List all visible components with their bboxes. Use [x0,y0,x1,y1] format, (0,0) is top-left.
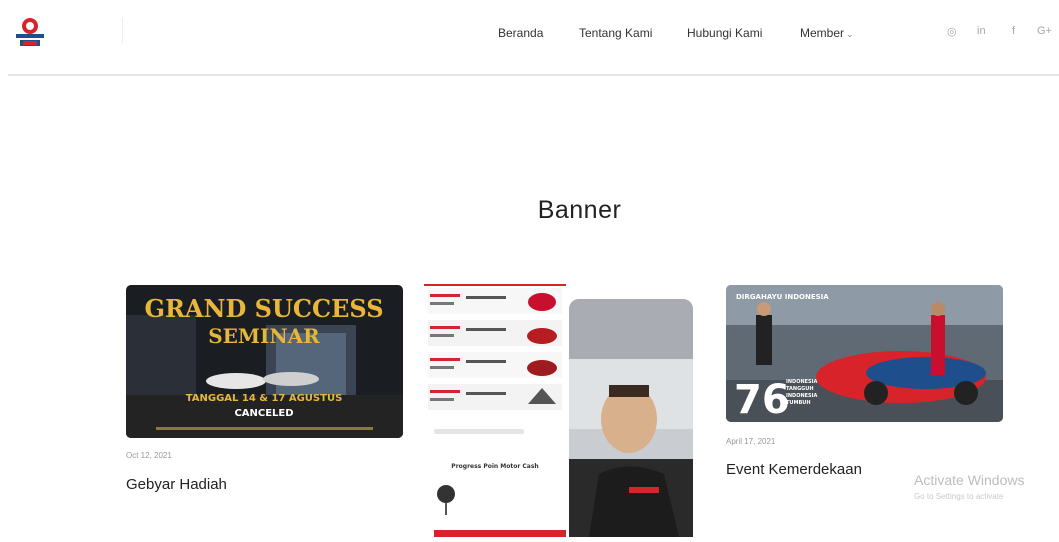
site-header: Beranda Tentang Kami Hubungi Kami Member… [0,0,1059,74]
banner-line-4: TUMBUH [786,400,811,406]
banner-line-3: INDONESIA [786,393,818,399]
card-date: April 17, 2021 [726,437,776,446]
banner-headline-2: SEMINAR [208,324,320,348]
banner-number: 76 [734,377,790,422]
google-plus-icon[interactable]: G+ [1037,25,1052,37]
chevron-down-icon: ⌄ [846,29,854,39]
card-date: Oct 12, 2021 [126,451,172,460]
section-title: Banner [537,196,622,224]
banner-image-kemerdekaan[interactable]: DIRGAHAYU INDONESIA 76 INDONESIA TANGGUH… [726,285,1003,422]
activate-windows-title: Activate Windows [914,472,1025,488]
banner-line-2: TANGGUH [786,386,814,392]
banner-top-text: DIRGAHAYU INDONESIA [736,293,829,301]
activate-windows-subtitle: Go to Settings to activate [914,492,1004,501]
banner-image-driver-photo[interactable] [569,299,693,537]
banner-image-points[interactable]: Progress Poin Motor Cash [424,284,566,537]
logo-divider [122,18,123,44]
site-logo[interactable] [10,12,50,52]
nav-beranda[interactable]: Beranda [498,26,543,40]
nav-member-label: Member [800,26,845,40]
banner-image-seminar[interactable]: GRAND SUCCESS SEMINAR TANGGAL 14 & 17 AG… [126,285,403,438]
banner-date-line: TANGGAL 14 & 17 AGUSTUS [186,393,343,404]
linkedin-icon[interactable]: in [977,25,986,37]
banner-headline-1: GRAND SUCCESS [144,294,383,323]
card-title[interactable]: Gebyar Hadiah [126,476,227,493]
nav-member-dropdown[interactable]: Member ⌄ [800,26,854,40]
nav-tentang-kami[interactable]: Tentang Kami [579,26,652,40]
banner-status: CANCELED [234,408,293,419]
instagram-icon[interactable]: ◎ [947,25,957,38]
nav-hubungi-kami[interactable]: Hubungi Kami [687,26,762,40]
points-caption: Progress Poin Motor Cash [451,463,538,470]
header-divider [8,74,1059,76]
banner-line-1: INDONESIA [786,379,818,385]
facebook-icon[interactable]: f [1012,25,1015,37]
card-title[interactable]: Event Kemerdekaan [726,461,862,478]
